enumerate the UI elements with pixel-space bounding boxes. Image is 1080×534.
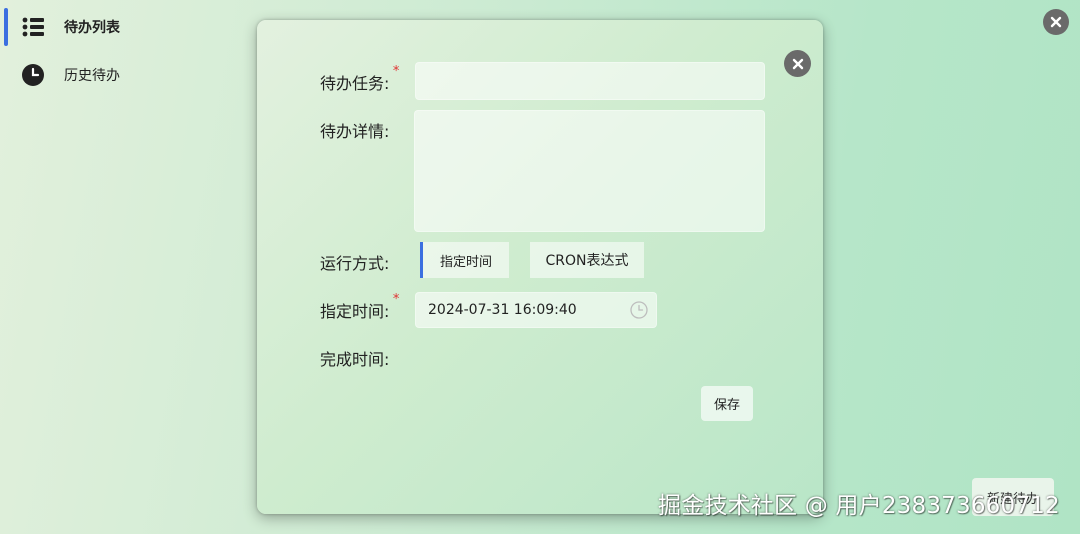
- clock-icon[interactable]: [630, 301, 648, 319]
- window-close-button[interactable]: [1043, 9, 1069, 35]
- run-mode-specified-time-button[interactable]: 指定时间: [420, 242, 509, 278]
- sidebar-item-label: 历史待办: [64, 68, 120, 84]
- run-mode-label: 运行方式:: [320, 254, 390, 273]
- close-icon: [792, 58, 803, 69]
- dialog-close-button[interactable]: [784, 50, 811, 77]
- task-label-text: 待办任务:: [320, 74, 390, 93]
- sidebar-item-history[interactable]: 历史待办: [0, 52, 240, 98]
- task-label: 待办任务: *: [320, 64, 399, 94]
- run-mode-cron-button[interactable]: CRON表达式: [530, 242, 644, 278]
- clock-icon: [21, 63, 45, 87]
- detail-textarea[interactable]: [414, 110, 765, 232]
- complete-time-label: 完成时间:: [320, 350, 390, 369]
- detail-label: 待办详情:: [320, 122, 390, 141]
- close-icon: [1050, 16, 1062, 28]
- sidebar-item-todo-list[interactable]: 待办列表: [0, 4, 240, 50]
- task-input[interactable]: [415, 62, 765, 100]
- sidebar: 待办列表 历史待办: [0, 0, 250, 534]
- specified-time-label: 指定时间: *: [320, 292, 399, 322]
- required-mark: *: [392, 64, 400, 79]
- sidebar-item-label: 待办列表: [64, 20, 120, 36]
- datetime-picker[interactable]: 2024-07-31 16:09:40: [415, 292, 657, 328]
- specified-time-label-text: 指定时间:: [320, 302, 390, 321]
- save-button[interactable]: 保存: [701, 386, 753, 421]
- task-dialog: 待办任务: * 待办详情: 运行方式: 指定时间 CRON表达式 指定时间: *…: [257, 20, 823, 514]
- datetime-value: 2024-07-31 16:09:40: [428, 302, 577, 318]
- watermark: 掘金技术社区 @ 用户2383736607​12: [658, 493, 1060, 519]
- list-icon: [21, 15, 45, 39]
- required-mark: *: [392, 292, 400, 307]
